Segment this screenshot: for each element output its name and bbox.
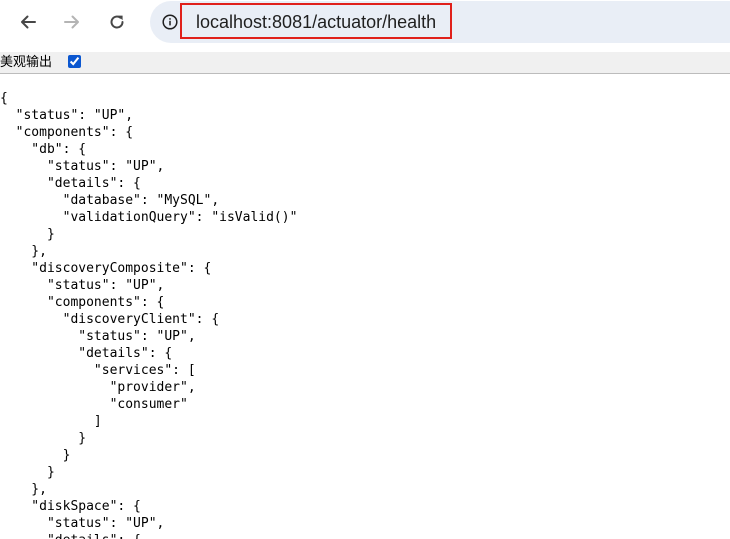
json-line: "status": "UP",: [0, 278, 165, 293]
json-line: "discoveryClient": {: [0, 312, 220, 327]
json-line: "db": {: [0, 142, 87, 157]
json-line: }: [0, 448, 71, 463]
json-line: },: [0, 482, 47, 497]
pretty-print-label: 美观输出: [0, 55, 53, 70]
json-line: "status": "UP",: [0, 516, 165, 531]
json-line: {: [0, 91, 8, 106]
address-bar-url[interactable]: localhost:8081/actuator/health: [196, 10, 436, 34]
json-line: "validationQuery": "isValid()": [0, 210, 298, 225]
json-line: "diskSpace": {: [0, 499, 141, 514]
pretty-print-checkbox[interactable]: [68, 55, 81, 68]
json-line: "details": {: [0, 346, 173, 361]
json-line: "details": {: [0, 176, 141, 191]
reload-icon: [110, 15, 124, 29]
json-line: "services": [: [0, 363, 196, 378]
json-line: ]: [0, 414, 102, 429]
json-line: "database": "MySQL",: [0, 193, 220, 208]
json-line: "discoveryComposite": {: [0, 261, 212, 276]
reload-button[interactable]: [101, 6, 133, 38]
pretty-print-bar: 美观输出: [0, 52, 730, 74]
arrow-right-icon: [64, 15, 79, 29]
json-line: "components": {: [0, 295, 165, 310]
json-line: "details": {: [0, 532, 141, 539]
json-line: },: [0, 244, 47, 259]
json-line: }: [0, 465, 55, 480]
json-line: "components": {: [0, 125, 134, 140]
json-line: "provider",: [0, 380, 196, 395]
info-circle-icon[interactable]: [162, 14, 178, 30]
json-line: }: [0, 431, 87, 446]
json-line: "status": "UP",: [0, 329, 196, 344]
forward-button[interactable]: [56, 6, 88, 38]
browser-toolbar: localhost:8081/actuator/health: [0, 0, 730, 46]
arrow-left-icon: [21, 15, 36, 29]
json-line: "status": "UP",: [0, 108, 134, 123]
json-line: "consumer": [0, 397, 188, 412]
json-line: "status": "UP",: [0, 159, 165, 174]
back-button[interactable]: [12, 6, 44, 38]
json-viewer: { "status": "UP", "components": { "db": …: [0, 90, 730, 539]
json-line: }: [0, 227, 55, 242]
